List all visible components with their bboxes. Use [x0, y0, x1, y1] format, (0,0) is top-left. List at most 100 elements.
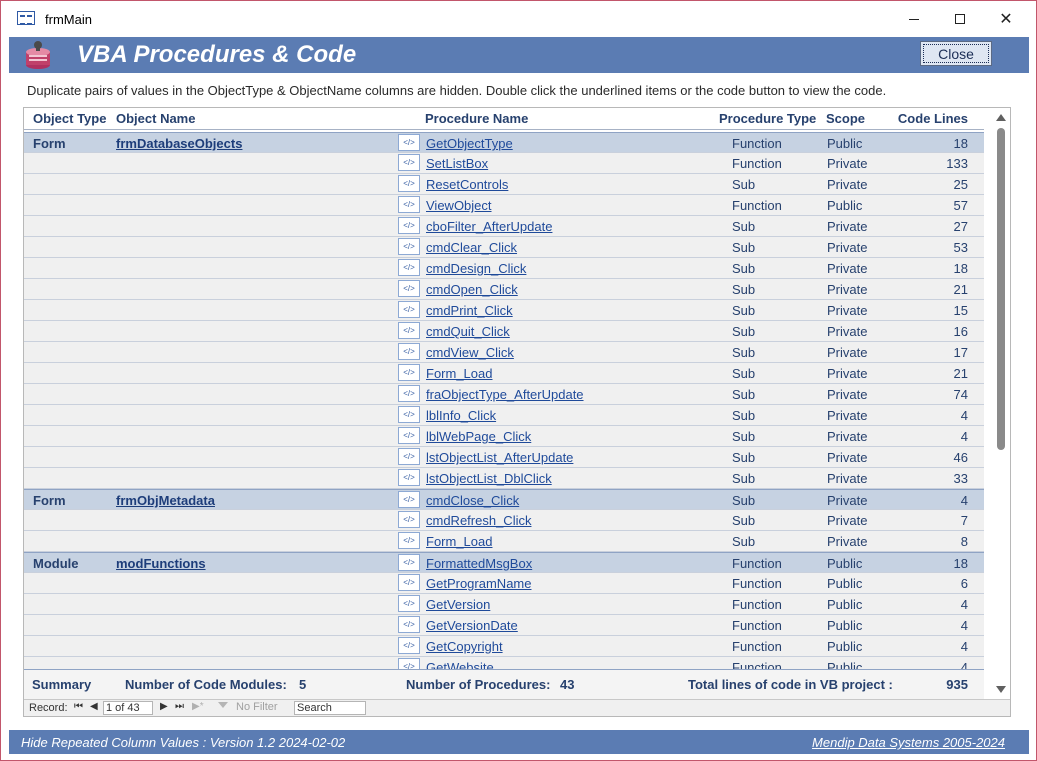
scroll-thumb[interactable] [997, 128, 1005, 450]
version-info: Hide Repeated Column Values : Version 1.… [21, 735, 346, 750]
code-icon[interactable]: </> [398, 196, 420, 213]
scroll-down-icon[interactable] [996, 686, 1006, 693]
table-row[interactable]: </> cboFilter_AfterUpdate Sub Private 27 [24, 216, 984, 237]
table-row[interactable]: </> lstObjectList_DblClick Sub Private 33 [24, 468, 984, 489]
table-row[interactable]: </> Form_Load Sub Private 21 [24, 363, 984, 384]
procedure-name-link[interactable]: Form_Load [426, 366, 492, 381]
table-row[interactable]: </> cmdDesign_Click Sub Private 18 [24, 258, 984, 279]
object-name-link[interactable]: frmDatabaseObjects [116, 136, 242, 151]
code-icon[interactable]: </> [398, 574, 420, 591]
table-row[interactable]: </> cmdOpen_Click Sub Private 21 [24, 279, 984, 300]
first-record-icon[interactable]: ⏮ [74, 701, 83, 712]
procedure-name-link[interactable]: GetVersionDate [426, 618, 518, 633]
code-icon[interactable]: </> [398, 259, 420, 276]
previous-record-icon[interactable]: ◀ [90, 701, 98, 712]
scroll-up-icon[interactable] [996, 114, 1006, 121]
close-button[interactable]: Close [920, 41, 992, 66]
code-icon[interactable]: </> [398, 511, 420, 528]
code-icon[interactable]: </> [398, 301, 420, 318]
table-row[interactable]: </> cmdPrint_Click Sub Private 15 [24, 300, 984, 321]
table-row[interactable]: </> cmdView_Click Sub Private 17 [24, 342, 984, 363]
table-row[interactable]: </> SetListBox Function Private 133 [24, 153, 984, 174]
code-icon[interactable]: </> [398, 343, 420, 360]
new-record-icon[interactable]: ▶* [192, 701, 204, 712]
procedure-name-link[interactable]: Form_Load [426, 534, 492, 549]
code-icon[interactable]: </> [398, 134, 420, 151]
procedure-name-link[interactable]: lstObjectList_AfterUpdate [426, 450, 573, 465]
procedure-name-link[interactable]: ViewObject [426, 198, 492, 213]
code-icon[interactable]: </> [398, 280, 420, 297]
table-row[interactable]: </> lblInfo_Click Sub Private 4 [24, 405, 984, 426]
object-name-link[interactable]: frmObjMetadata [116, 493, 215, 508]
procedure-name-link[interactable]: cmdClear_Click [426, 240, 517, 255]
filter-status[interactable]: No Filter [236, 701, 278, 713]
code-icon[interactable]: </> [398, 385, 420, 402]
website-link[interactable]: Mendip Data Systems 2005-2024 [812, 735, 1005, 750]
code-icon[interactable]: </> [398, 217, 420, 234]
code-icon[interactable]: </> [398, 322, 420, 339]
code-icon[interactable]: </> [398, 364, 420, 381]
procedure-name-link[interactable]: cmdOpen_Click [426, 282, 518, 297]
table-row[interactable]: Form frmObjMetadata </> cmdClose_Click Sub Pr… [24, 489, 984, 510]
table-row[interactable]: </> cmdQuit_Click Sub Private 16 [24, 321, 984, 342]
minimize-button[interactable] [891, 1, 937, 37]
code-icon[interactable]: </> [398, 532, 420, 549]
code-icon[interactable]: </> [398, 175, 420, 192]
code-icon[interactable]: </> [398, 448, 420, 465]
code-icon[interactable]: </> [398, 658, 420, 669]
procedure-name-link[interactable]: cboFilter_AfterUpdate [426, 219, 552, 234]
table-row[interactable]: </> GetVersionDate Function Public 4 [24, 615, 984, 636]
table-row[interactable]: </> fraObjectType_AfterUpdate Sub Private 74 [24, 384, 984, 405]
procedure-name-link[interactable]: FormattedMsgBox [426, 556, 532, 571]
procedure-name-link[interactable]: cmdPrint_Click [426, 303, 513, 318]
procedure-name-link[interactable]: GetWebsite [426, 660, 494, 669]
procedure-name-link[interactable]: cmdQuit_Click [426, 324, 510, 339]
table-row[interactable]: </> GetCopyright Function Public 4 [24, 636, 984, 657]
procedure-name-link[interactable]: lstObjectList_DblClick [426, 471, 552, 486]
code-icon[interactable]: </> [398, 491, 420, 508]
procedure-name-link[interactable]: GetVersion [426, 597, 490, 612]
record-position-field[interactable]: 1 of 43 [103, 701, 153, 715]
code-icon[interactable]: </> [398, 238, 420, 255]
procedure-name-link[interactable]: cmdView_Click [426, 345, 514, 360]
code-icon[interactable]: </> [398, 595, 420, 612]
procedure-name-link[interactable]: SetListBox [426, 156, 488, 171]
code-icon[interactable]: </> [398, 154, 420, 171]
code-icon[interactable]: </> [398, 554, 420, 571]
table-row[interactable]: Module modFunctions </> FormattedMsgBox Func… [24, 552, 984, 573]
procedure-name-link[interactable]: GetProgramName [426, 576, 531, 591]
procedure-name-link[interactable]: cmdClose_Click [426, 493, 519, 508]
code-lines-cell: 8 [960, 534, 968, 549]
procedure-name-link[interactable]: GetCopyright [426, 639, 503, 654]
table-row[interactable]: </> cmdRefresh_Click Sub Private 7 [24, 510, 984, 531]
code-icon[interactable]: </> [398, 427, 420, 444]
code-icon[interactable]: </> [398, 469, 420, 486]
last-record-icon[interactable]: ⏭ [175, 701, 184, 712]
procedure-name-link[interactable]: GetObjectType [426, 136, 513, 151]
procedure-name-link[interactable]: lblWebPage_Click [426, 429, 531, 444]
table-row[interactable]: </> Form_Load Sub Private 8 [24, 531, 984, 552]
procedure-name-link[interactable]: ResetControls [426, 177, 508, 192]
table-row[interactable]: </> GetWebsite Function Public 4 [24, 657, 984, 669]
table-row[interactable]: </> cmdClear_Click Sub Private 53 [24, 237, 984, 258]
table-row[interactable]: </> lstObjectList_AfterUpdate Sub Private 46 [24, 447, 984, 468]
maximize-button[interactable] [937, 1, 983, 37]
procedure-name-link[interactable]: lblInfo_Click [426, 408, 496, 423]
procedure-name-link[interactable]: cmdDesign_Click [426, 261, 526, 276]
vertical-scrollbar[interactable] [992, 108, 1010, 699]
table-row[interactable]: </> lblWebPage_Click Sub Private 4 [24, 426, 984, 447]
table-row[interactable]: </> GetVersion Function Public 4 [24, 594, 984, 615]
code-icon[interactable]: </> [398, 637, 420, 654]
object-name-link[interactable]: modFunctions [116, 556, 206, 571]
code-icon[interactable]: </> [398, 406, 420, 423]
next-record-icon[interactable]: ▶ [160, 701, 168, 712]
search-input[interactable]: Search [294, 701, 366, 715]
table-row[interactable]: </> ResetControls Sub Private 25 [24, 174, 984, 195]
procedure-name-link[interactable]: cmdRefresh_Click [426, 513, 531, 528]
code-icon[interactable]: </> [398, 616, 420, 633]
table-row[interactable]: </> ViewObject Function Public 57 [24, 195, 984, 216]
table-row[interactable]: </> GetProgramName Function Public 6 [24, 573, 984, 594]
window-close-button[interactable]: ✕ [983, 1, 1029, 37]
procedure-name-link[interactable]: fraObjectType_AfterUpdate [426, 387, 584, 402]
table-row[interactable]: Form frmDatabaseObjects </> GetObjectType Fu… [24, 132, 984, 153]
